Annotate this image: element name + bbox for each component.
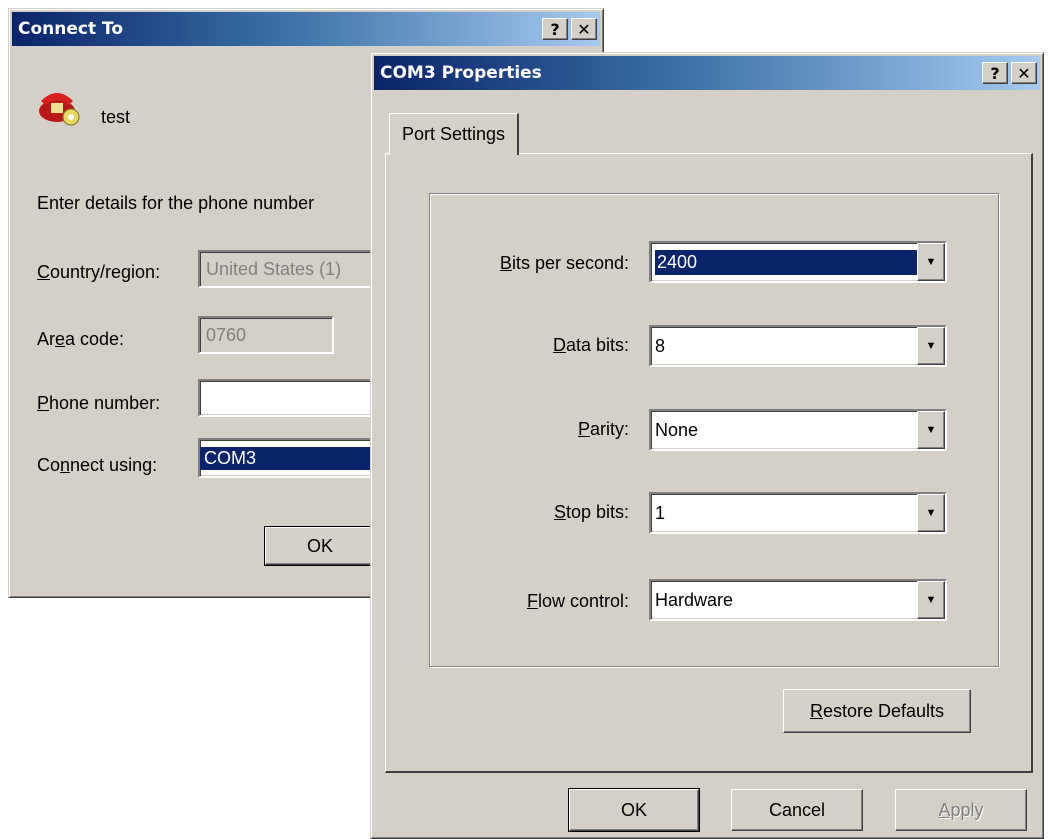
phone-connection-icon <box>35 81 83 127</box>
restore-defaults-button[interactable]: Restore Defaults <box>783 689 971 733</box>
stop-bits-select[interactable]: 1 ▼ <box>649 492 947 534</box>
tab-port-settings-label: Port Settings <box>402 124 506 144</box>
bits-per-second-value: 2400 <box>655 249 917 275</box>
com3-title: COM3 Properties <box>380 63 542 83</box>
apply-button[interactable]: Apply <box>895 789 1027 831</box>
connect-to-titlebar[interactable]: Connect To ? ✕ <box>12 12 600 46</box>
country-label: Country/region: <box>37 262 161 282</box>
connect-using-value: COM3 <box>200 446 376 470</box>
cancel-button[interactable]: Cancel <box>731 789 863 831</box>
chevron-down-icon[interactable]: ▼ <box>917 581 945 619</box>
close-button[interactable]: ✕ <box>1011 62 1037 84</box>
parity-value: None <box>655 419 699 440</box>
chevron-down-icon[interactable]: ▼ <box>917 411 945 449</box>
chevron-down-icon[interactable]: ▼ <box>917 327 945 365</box>
tab-port-settings[interactable]: Port Settings <box>389 113 520 155</box>
phone-number-label: Phone number: <box>37 393 161 413</box>
connect-to-title: Connect To <box>18 19 124 39</box>
flow-control-value: Hardware <box>655 589 734 610</box>
bits-per-second-select[interactable]: 2400 ▼ <box>649 241 947 283</box>
com3-ok-button[interactable]: OK <box>568 788 700 832</box>
help-button[interactable]: ? <box>542 18 568 40</box>
connect-using-label: Connect using: <box>37 455 158 475</box>
data-bits-label: Data bits: <box>552 335 629 355</box>
data-bits-value: 8 <box>655 335 666 356</box>
data-bits-select[interactable]: 8 ▼ <box>649 325 947 367</box>
bits-per-second-label: Bits per second: <box>499 253 629 273</box>
com3-titlebar[interactable]: COM3 Properties ? ✕ <box>374 56 1040 90</box>
stop-bits-value: 1 <box>655 502 666 523</box>
flow-control-select[interactable]: Hardware ▼ <box>649 579 947 621</box>
connect-ok-button[interactable]: OK <box>264 526 376 566</box>
flow-control-label: Flow control: <box>526 591 629 611</box>
chevron-down-icon[interactable]: ▼ <box>917 243 945 281</box>
country-select[interactable]: United States (1) <box>198 250 378 288</box>
close-button[interactable]: ✕ <box>571 18 597 40</box>
stop-bits-label: Stop bits: <box>553 502 629 522</box>
help-button[interactable]: ? <box>982 62 1008 84</box>
area-code-label: Area code: <box>37 329 125 349</box>
parity-label: Parity: <box>577 419 629 439</box>
com3-properties-dialog: COM3 Properties ? ✕ Port Settings Bits p… <box>370 52 1044 839</box>
connection-name: test <box>101 107 131 127</box>
instruction-text: Enter details for the phone number <box>37 193 315 213</box>
area-code-input[interactable]: 0760 <box>198 316 334 354</box>
chevron-down-icon[interactable]: ▼ <box>917 494 945 532</box>
connect-using-select[interactable]: COM3 <box>198 438 378 478</box>
phone-number-input[interactable] <box>198 379 378 417</box>
parity-select[interactable]: None ▼ <box>649 409 947 451</box>
